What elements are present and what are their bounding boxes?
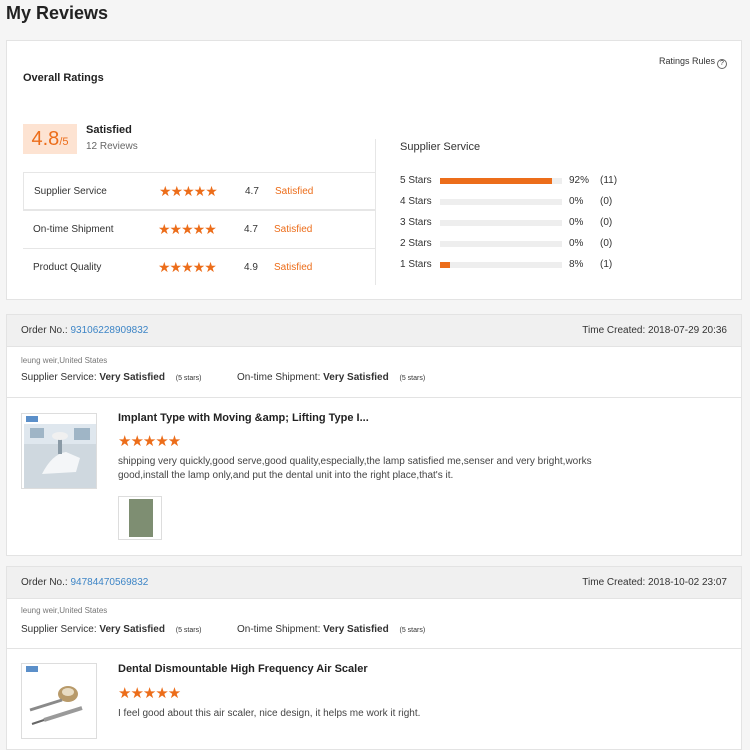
metric-score: 4.7 bbox=[245, 186, 259, 197]
metric-status: Satisfied bbox=[274, 262, 313, 273]
distribution-row-4-stars: 4 Stars 0% (0) bbox=[400, 196, 730, 217]
metric-row-on-time-shipment[interactable]: On-time Shipment ★★★★★ 4.7 Satisfied bbox=[23, 210, 376, 248]
shipment-value: Very Satisfied bbox=[323, 624, 389, 635]
distribution-count: (0) bbox=[600, 196, 613, 207]
distribution-label: 2 Stars bbox=[400, 238, 432, 249]
divider bbox=[7, 648, 741, 649]
review-photo-thumbnail[interactable] bbox=[118, 496, 162, 540]
ratings-rules-link[interactable]: Ratings Rules? bbox=[659, 56, 727, 69]
metric-status: Satisfied bbox=[274, 224, 313, 235]
metric-name: On-time Shipment bbox=[33, 224, 114, 235]
shipment-stars: (5 stars) bbox=[399, 375, 426, 382]
divider bbox=[7, 397, 741, 398]
order-header: Order No.: 94784470569832 Time Created: … bbox=[7, 567, 741, 599]
product-thumbnail[interactable] bbox=[21, 663, 97, 739]
overall-score-badge: 4.8/5 bbox=[23, 124, 77, 154]
review-stars-icon: ★★★★★ bbox=[118, 685, 181, 702]
overall-ratings-panel: Overall Ratings Ratings Rules? 4.8/5 Sat… bbox=[6, 40, 742, 300]
supplier-service-value: Very Satisfied bbox=[99, 372, 165, 383]
star-rating-icon: ★★★★★ bbox=[158, 259, 217, 275]
reviewer-name: leung weir,United States bbox=[21, 606, 108, 615]
shipment-stars: (5 stars) bbox=[399, 627, 426, 634]
product-title-link[interactable]: Dental Dismountable High Frequency Air S… bbox=[118, 663, 368, 675]
rating-metrics: Supplier Service ★★★★★ 4.7 Satisfied On-… bbox=[23, 172, 376, 286]
distribution-bar bbox=[440, 178, 562, 184]
distribution-label: 4 Stars bbox=[400, 196, 432, 207]
overall-rating-label: Satisfied bbox=[86, 124, 132, 136]
product-thumbnail[interactable] bbox=[21, 413, 97, 489]
review-text: I feel good about this air scaler, nice … bbox=[118, 708, 421, 719]
metric-row-supplier-service[interactable]: Supplier Service ★★★★★ 4.7 Satisfied bbox=[23, 172, 376, 210]
page-title: My Reviews bbox=[6, 3, 109, 23]
metric-status: Satisfied bbox=[275, 186, 314, 197]
order-number-label: Order No.: bbox=[21, 577, 68, 588]
metric-name: Supplier Service bbox=[34, 186, 107, 197]
distribution-count: (0) bbox=[600, 217, 613, 228]
metric-score: 4.7 bbox=[244, 224, 258, 235]
distribution-count: (0) bbox=[600, 238, 613, 249]
product-title-link[interactable]: Implant Type with Moving &amp; Lifting T… bbox=[118, 412, 369, 424]
air-scaler-image bbox=[22, 664, 96, 738]
distribution-row-1-stars: 1 Stars 8% (1) bbox=[400, 259, 730, 280]
distribution-row-5-stars: 5 Stars 92% (11) bbox=[400, 175, 730, 196]
distribution-percent: 0% bbox=[569, 217, 584, 228]
distribution-bar bbox=[440, 220, 562, 226]
star-rating-icon: ★★★★★ bbox=[159, 183, 218, 199]
order-number: Order No.: 94784470569832 bbox=[21, 577, 148, 588]
distribution-percent: 8% bbox=[569, 259, 584, 270]
reviewer-name: leung weir,United States bbox=[21, 356, 108, 365]
overall-score-max: /5 bbox=[59, 136, 69, 148]
review-text: shipping very quickly,good serve,good qu… bbox=[118, 456, 592, 481]
help-icon: ? bbox=[717, 59, 727, 69]
distribution-bar bbox=[440, 241, 562, 247]
time-created: Time Created: 2018-07-29 20:36 bbox=[582, 325, 727, 336]
distribution-row-2-stars: 2 Stars 0% (0) bbox=[400, 238, 730, 259]
distribution-label: 1 Stars bbox=[400, 259, 432, 270]
distribution-bar-fill bbox=[440, 178, 553, 184]
supplier-service-label: Supplier Service: bbox=[21, 624, 97, 635]
order-number-label: Order No.: bbox=[21, 325, 68, 336]
distribution-percent: 0% bbox=[569, 238, 584, 249]
overall-score: 4.8 bbox=[31, 128, 60, 150]
order-header: Order No.: 93106228909832 Time Created: … bbox=[7, 315, 741, 347]
distribution-label: 3 Stars bbox=[400, 217, 432, 228]
rating-distribution: Supplier Service 5 Stars 92% (11) 4 Star… bbox=[400, 141, 730, 280]
order-number-link[interactable]: 94784470569832 bbox=[70, 577, 148, 588]
time-created: Time Created: 2018-10-02 23:07 bbox=[582, 577, 727, 588]
distribution-percent: 0% bbox=[569, 196, 584, 207]
metric-score: 4.9 bbox=[244, 262, 258, 273]
distribution-count: (11) bbox=[600, 175, 618, 186]
overall-ratings-title: Overall Ratings bbox=[23, 72, 104, 84]
shipment-label: On-time Shipment: bbox=[236, 372, 321, 383]
service-ratings: Supplier Service: Very Satisfied (5 star… bbox=[21, 372, 425, 383]
distribution-bar bbox=[440, 262, 562, 268]
distribution-bar-fill bbox=[440, 262, 450, 268]
supplier-service-stars: (5 stars) bbox=[175, 375, 202, 382]
supplier-service-stars: (5 stars) bbox=[175, 627, 202, 634]
order-number-link[interactable]: 93106228909832 bbox=[70, 325, 148, 336]
star-rating-icon: ★★★★★ bbox=[158, 221, 217, 237]
ratings-rules-label: Ratings Rules bbox=[658, 56, 715, 66]
metric-name: Product Quality bbox=[33, 262, 102, 273]
distribution-percent: 92% bbox=[569, 175, 590, 186]
review-count: 12 Reviews bbox=[86, 141, 138, 152]
distribution-bar bbox=[440, 199, 562, 205]
divider bbox=[375, 139, 376, 285]
distribution-title: Supplier Service bbox=[400, 141, 481, 153]
review-card: Order No.: 94784470569832 Time Created: … bbox=[6, 566, 742, 750]
metric-row-product-quality[interactable]: Product Quality ★★★★★ 4.9 Satisfied bbox=[23, 248, 376, 286]
dental-unit-image bbox=[22, 414, 96, 488]
shipment-label: On-time Shipment: bbox=[236, 624, 321, 635]
order-number: Order No.: 93106228909832 bbox=[21, 325, 148, 336]
service-ratings: Supplier Service: Very Satisfied (5 star… bbox=[21, 624, 425, 635]
distribution-count: (1) bbox=[600, 259, 613, 270]
review-stars-icon: ★★★★★ bbox=[118, 433, 181, 450]
shipment-value: Very Satisfied bbox=[323, 372, 389, 383]
review-card: Order No.: 93106228909832 Time Created: … bbox=[6, 314, 742, 556]
supplier-service-value: Very Satisfied bbox=[99, 624, 165, 635]
distribution-label: 5 Stars bbox=[400, 175, 432, 186]
supplier-service-label: Supplier Service: bbox=[21, 372, 97, 383]
distribution-row-3-stars: 3 Stars 0% (0) bbox=[400, 217, 730, 238]
